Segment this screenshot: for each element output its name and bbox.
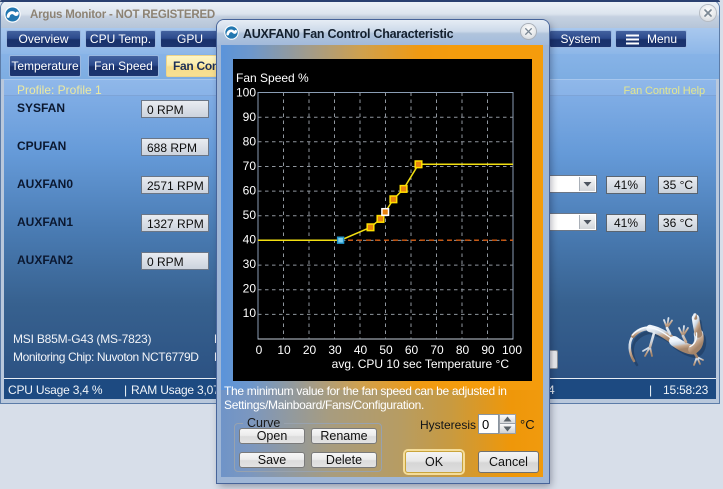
svg-text:30: 30 xyxy=(243,257,257,271)
svg-text:100: 100 xyxy=(236,86,256,100)
svg-text:90: 90 xyxy=(243,110,257,124)
svg-text:60: 60 xyxy=(243,184,257,198)
svg-text:20: 20 xyxy=(243,282,257,296)
svg-text:90: 90 xyxy=(481,343,495,357)
svg-text:30: 30 xyxy=(328,343,342,357)
svg-text:70: 70 xyxy=(430,343,444,357)
svg-text:avg. CPU 10 sec Temperature °C: avg. CPU 10 sec Temperature °C xyxy=(332,357,510,371)
svg-text:100: 100 xyxy=(502,343,522,357)
svg-text:Fan Speed %: Fan Speed % xyxy=(236,71,309,85)
svg-text:50: 50 xyxy=(379,343,393,357)
svg-text:0: 0 xyxy=(256,343,263,357)
svg-text:40: 40 xyxy=(354,343,368,357)
svg-text:60: 60 xyxy=(405,343,419,357)
svg-text:70: 70 xyxy=(243,159,257,173)
svg-text:40: 40 xyxy=(243,233,257,247)
svg-text:80: 80 xyxy=(456,343,470,357)
svg-text:20: 20 xyxy=(303,343,317,357)
svg-text:80: 80 xyxy=(243,135,257,149)
svg-text:10: 10 xyxy=(243,306,257,320)
svg-text:50: 50 xyxy=(243,208,257,222)
svg-text:10: 10 xyxy=(277,343,291,357)
